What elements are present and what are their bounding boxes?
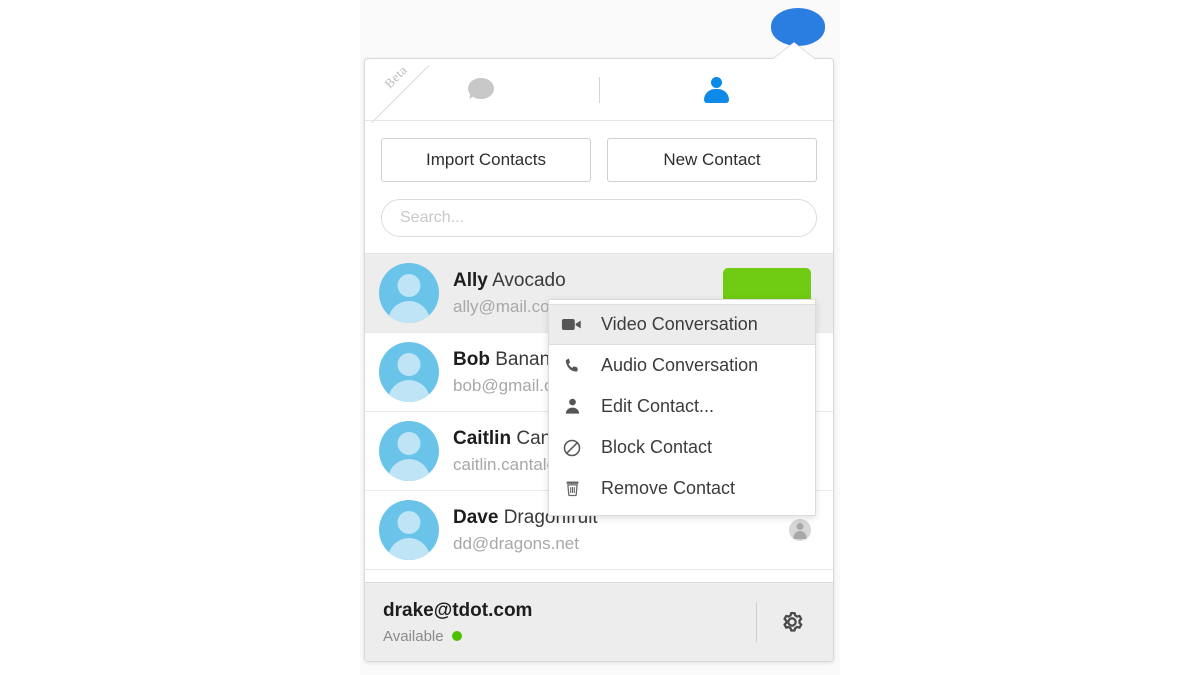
search-row bbox=[365, 182, 833, 253]
account-footer: drake@tdot.com Available bbox=[365, 582, 833, 661]
avatar bbox=[379, 421, 439, 481]
search-input[interactable] bbox=[381, 199, 817, 237]
tab-bar bbox=[365, 59, 833, 121]
contact-first-name: Caitlin bbox=[453, 427, 512, 449]
menu-item-video-conversation[interactable]: Video Conversation bbox=[549, 304, 815, 345]
action-buttons-row: Import Contacts New Contact bbox=[365, 121, 833, 182]
menu-item-block-contact[interactable]: Block Contact bbox=[549, 427, 815, 468]
contact-first-name: Ally bbox=[453, 269, 488, 291]
avatar-head bbox=[397, 511, 421, 534]
contact-context-menu: Video Conversation Audio Conversation Ed… bbox=[548, 299, 816, 516]
person-icon bbox=[559, 397, 585, 416]
tab-chats[interactable] bbox=[365, 59, 599, 120]
avatar-body bbox=[388, 380, 430, 402]
chat-bubble-icon bbox=[467, 77, 496, 102]
video-camera-icon bbox=[559, 316, 585, 333]
avatar bbox=[379, 342, 439, 402]
status-badge bbox=[789, 519, 811, 541]
new-contact-button[interactable]: New Contact bbox=[607, 138, 817, 182]
avatar-head bbox=[397, 274, 421, 297]
person-icon-body bbox=[704, 88, 730, 103]
status-dot-icon bbox=[451, 631, 462, 641]
trash-icon bbox=[559, 479, 585, 498]
popup-pointer-arrow bbox=[772, 43, 816, 60]
phone-icon bbox=[559, 356, 585, 376]
account-status[interactable]: Available bbox=[383, 628, 756, 645]
import-contacts-button[interactable]: Import Contacts bbox=[381, 138, 591, 182]
account-info: drake@tdot.com Available bbox=[383, 600, 756, 645]
avatar-body bbox=[388, 459, 430, 481]
contact-name: Ally Avocado bbox=[453, 270, 566, 292]
avatar bbox=[379, 263, 439, 323]
menu-item-label: Audio Conversation bbox=[601, 355, 759, 375]
footer-divider bbox=[756, 602, 757, 642]
menu-item-audio-conversation[interactable]: Audio Conversation bbox=[549, 345, 815, 386]
contact-first-name: Bob bbox=[453, 348, 490, 370]
menu-item-edit-contact[interactable]: Edit Contact... bbox=[549, 386, 815, 427]
gear-icon[interactable] bbox=[779, 609, 805, 635]
menu-item-label: Remove Contact bbox=[601, 478, 736, 498]
menu-item-remove-contact[interactable]: Remove Contact bbox=[549, 468, 815, 509]
menu-item-label: Video Conversation bbox=[601, 314, 758, 334]
avatar-body bbox=[388, 301, 430, 323]
avatar bbox=[379, 500, 439, 560]
tab-contacts[interactable] bbox=[600, 59, 834, 120]
menu-item-label: Edit Contact... bbox=[601, 396, 715, 416]
status-badge-head bbox=[796, 523, 804, 530]
status-badge-body bbox=[793, 531, 807, 539]
person-icon bbox=[703, 76, 730, 103]
avatar-head bbox=[397, 432, 421, 455]
contact-email: dd@dragons.net bbox=[453, 533, 579, 553]
menu-item-label: Block Contact bbox=[601, 437, 713, 457]
contact-first-name: Dave bbox=[453, 506, 499, 528]
screenshot-stage: Beta Import Contacts New Contact Search.… bbox=[0, 0, 1200, 675]
person-icon-head bbox=[711, 76, 723, 88]
avatar-head bbox=[397, 353, 421, 376]
block-icon bbox=[559, 438, 585, 458]
avatar-body bbox=[388, 538, 430, 560]
chat-bubble-tail bbox=[469, 89, 479, 101]
contact-last-name: Avocado bbox=[487, 269, 566, 291]
account-email: drake@tdot.com bbox=[383, 599, 533, 621]
account-status-label: Available bbox=[383, 627, 444, 645]
